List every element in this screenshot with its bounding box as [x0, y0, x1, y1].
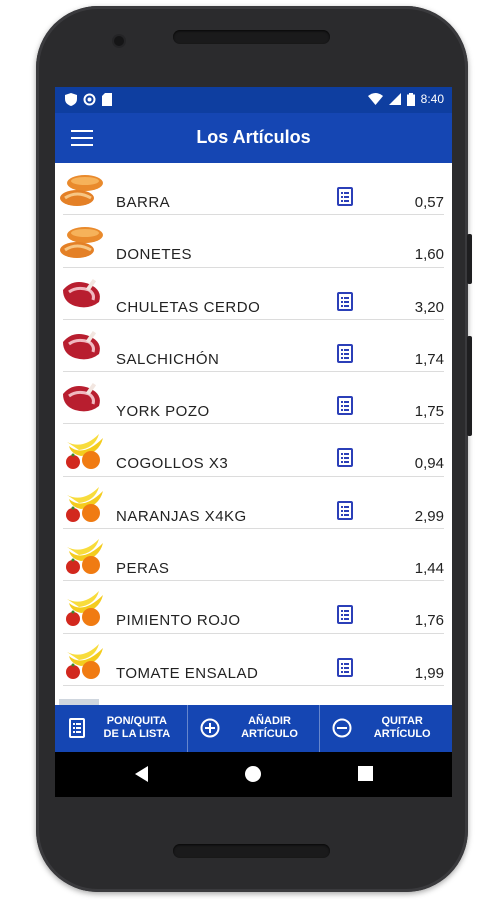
add-circle-icon: [200, 718, 220, 738]
volume-button: [467, 336, 472, 436]
item-name: PERAS: [116, 560, 170, 578]
bread-icon: [60, 227, 103, 259]
in-list-icon[interactable]: [337, 187, 353, 206]
remove-item-label: QUITAR ARTÍCULO: [373, 715, 431, 740]
list-item[interactable]: COGOLLOS X3 0,94: [55, 424, 452, 477]
remove-item-button[interactable]: QUITAR ARTÍCULO: [320, 705, 452, 752]
item-thumbnail: [59, 328, 105, 366]
list-item[interactable]: BARRA 0,57: [55, 163, 452, 216]
status-time: 8:40: [420, 92, 444, 106]
list-item[interactable]: CHULETAS CERDO 3,20: [55, 268, 452, 320]
bottom-speaker: [173, 844, 330, 858]
sdcard-icon: [102, 93, 112, 106]
list-item[interactable]: PERAS 1,44: [55, 529, 452, 582]
fruit-icon: [66, 486, 103, 522]
item-thumbnail: [59, 276, 105, 314]
item-thumbnail: [59, 171, 105, 209]
meat-icon: [63, 278, 100, 307]
row-divider: [63, 684, 444, 686]
page-title: Los Artículos: [196, 127, 311, 147]
app-toolbar: Los Artículos: [55, 113, 452, 163]
add-item-button[interactable]: AÑADIR ARTÍCULO: [188, 705, 321, 752]
toggle-list-button[interactable]: PON/QUITA DE LA LISTA: [55, 705, 188, 752]
recents-icon[interactable]: [358, 766, 373, 781]
item-thumbnail: [59, 485, 105, 523]
fruit-icon: [66, 591, 103, 627]
item-thumbnail: [59, 589, 105, 627]
back-icon[interactable]: [135, 766, 149, 782]
item-name: COGOLLOS X3: [116, 455, 229, 473]
item-price: 1,60: [414, 246, 444, 264]
item-name: YORK POZO: [116, 403, 210, 421]
front-camera: [114, 36, 124, 46]
meat-icon: [63, 330, 100, 360]
wifi-icon: [367, 93, 383, 105]
item-thumbnail: [59, 432, 105, 470]
status-bar: 8:40: [55, 87, 452, 113]
item-price: 1,74: [414, 350, 444, 368]
list-item[interactable]: YORK POZO 1,75: [55, 372, 452, 425]
in-list-icon[interactable]: [337, 396, 353, 416]
item-price: 1,76: [414, 612, 444, 630]
list-item[interactable]: PIMIENTO ROJO 1,76: [55, 581, 452, 634]
item-thumbnail: [59, 537, 105, 575]
item-thumbnail: [59, 642, 105, 680]
remove-circle-icon: [332, 718, 352, 738]
power-button: [467, 234, 472, 284]
in-list-icon[interactable]: [337, 605, 353, 625]
item-price: 0,57: [414, 194, 444, 211]
toggle-list-label: PON/QUITA DE LA LISTA: [103, 715, 171, 740]
fruit-icon: [66, 643, 103, 679]
item-name: NARANJAS X4KG: [116, 507, 247, 525]
item-name: DONETES: [116, 246, 193, 264]
in-list-icon[interactable]: [337, 448, 353, 468]
list-item[interactable]: DONETES 1,60: [55, 215, 452, 268]
item-price: 1,75: [414, 403, 444, 421]
item-price: 1,44: [414, 560, 444, 578]
sync-icon: [83, 93, 96, 106]
shield-icon: [65, 93, 77, 106]
items-list: BARRA 0,57 DONETES 1,60 CHULETAS CERDO 3…: [55, 163, 452, 701]
in-list-icon[interactable]: [337, 500, 353, 520]
item-price: 3,20: [414, 298, 444, 316]
home-icon[interactable]: [245, 766, 261, 782]
item-price: 1,99: [414, 664, 444, 682]
meat-icon: [63, 383, 100, 412]
bread-icon: [60, 175, 103, 206]
item-thumbnail: [59, 380, 105, 418]
signal-icon: [388, 93, 401, 105]
item-name: PIMIENTO ROJO: [116, 612, 241, 630]
list-item[interactable]: NARANJAS X4KG 2,99: [55, 477, 452, 530]
item-name: SALCHICHÓN: [116, 350, 220, 368]
bottom-action-bar: PON/QUITA DE LA LISTA AÑADIR ARTÍCULO QU…: [55, 705, 452, 752]
top-speaker: [173, 30, 330, 44]
in-list-icon[interactable]: [337, 343, 353, 363]
fruit-icon: [66, 539, 103, 575]
list-item[interactable]: TOMATE ENSALAD 1,99: [55, 634, 452, 686]
in-list-icon[interactable]: [337, 657, 353, 677]
in-list-icon[interactable]: [337, 291, 353, 311]
item-price: 0,94: [414, 455, 444, 473]
list-item[interactable]: SALCHICHÓN 1,74: [55, 320, 452, 373]
item-name: BARRA: [116, 194, 171, 211]
list-icon: [69, 718, 85, 738]
system-nav-bar: [55, 752, 452, 797]
battery-icon: [406, 92, 415, 106]
item-name: TOMATE ENSALAD: [116, 664, 259, 682]
item-thumbnail: [59, 223, 105, 261]
phone-frame: 8:40 Los Artículos BARRA 0,57 DONETES 1,…: [36, 6, 472, 892]
fruit-icon: [66, 434, 103, 470]
item-name: CHULETAS CERDO: [116, 298, 261, 316]
item-price: 2,99: [414, 507, 444, 525]
add-item-label: AÑADIR ARTÍCULO: [241, 715, 298, 740]
screen: 8:40 Los Artículos BARRA 0,57 DONETES 1,…: [55, 87, 452, 797]
